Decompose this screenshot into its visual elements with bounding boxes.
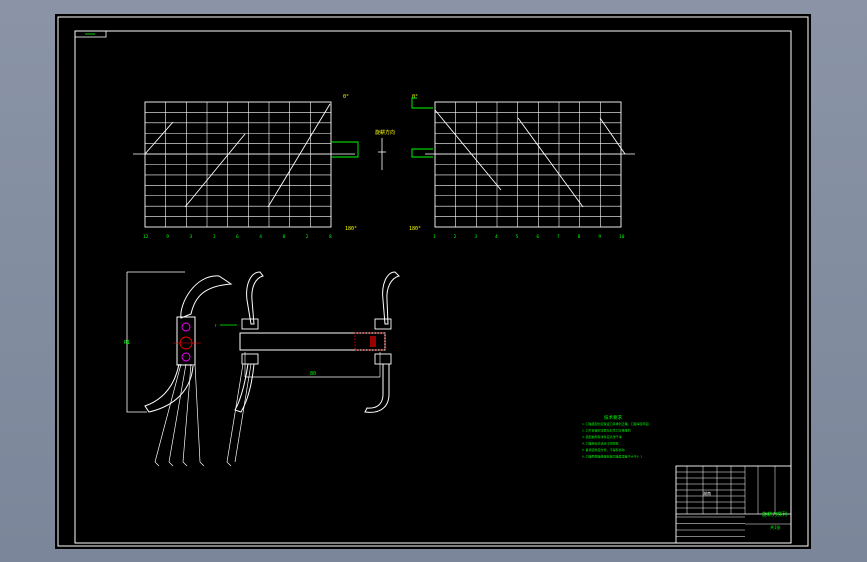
left-tick-label: 8 [329,234,332,240]
left-tick-label: 2 [306,234,309,240]
left-leader-mark: ↑ [214,323,217,329]
right-phase-chart: 0° 180° 1 2 3 4 5 6 7 8 9 10 [409,94,635,240]
left-tick-label: 9 [166,234,169,240]
blade-upper-curve [180,275,233,319]
vertical-dimension: R1 [124,340,130,346]
right-blade-upper [382,271,400,325]
tech-note-line: 1.刀轴装配时应保证刀具排列正确，刀座焊接牢固 [582,421,649,426]
bolt-hole-top [181,322,191,332]
drawing-name: 旋耕刀排列 [762,511,787,518]
shaft-front-view: 80 ↑ [214,271,400,463]
title-block: 旋耕刀排列 共1张 湖南 [675,465,792,544]
tech-note-line: 4.刀轴转动灵活无卡滞现象 [582,441,619,446]
blade-projection-lines [154,363,201,463]
right-tick-label: 10 [619,234,625,240]
title-block-frame [675,465,792,544]
right-tick-label: 9 [598,234,601,240]
right-bracket-bottom [411,148,433,158]
tech-note-line: 6.刀轴两端轴承座安装同轴度误差不大于0.1 [582,454,642,459]
left-top-label: 0° [343,94,349,100]
left-tick-label: 6 [236,234,239,240]
left-tick-label: 1 [213,234,216,240]
left-bracket [331,141,359,158]
left-tick-label: 4 [259,234,262,240]
bearing-mark [370,336,376,347]
right-top-label: 0° [412,94,418,100]
leader-marks [154,461,232,467]
right-blade-lower [364,364,390,413]
horizontal-dimension: 80 [310,371,316,377]
tech-notes-title: 技术要求 [604,414,622,421]
right-tick-label: 5 [516,234,519,240]
left-trace-3 [267,103,331,208]
left-blade-flange-bottom [241,353,259,365]
tech-note-line: 5.各紧固件应拧紧，不得有松动 [582,447,625,452]
right-trace-1 [434,109,502,191]
right-tick-label: 3 [474,234,477,240]
left-trace-1 [144,121,174,155]
left-tick-label: 3 [190,234,193,240]
left-tick-label: 12 [143,234,149,240]
left-phase-chart: 0° 180° 12 9 3 1 6 4 8 2 8 [133,94,359,240]
right-tick-label: 8 [578,234,581,240]
technical-notes: 技术要求 1.刀轴装配时应保证刀具排列正确，刀座焊接牢固 2.刀片安装时注意左右弯… [582,414,649,459]
sheet-label: 共1张 [770,524,780,530]
right-tick-label: 4 [495,234,498,240]
right-trace-2 [517,117,584,208]
shaft-body [239,332,386,351]
blade-side-view: R1 [124,271,233,467]
right-tick-label: 6 [536,234,539,240]
right-blade-flange-top [374,318,392,330]
drawing-canvas: 0° 180° 12 9 3 1 6 4 8 2 8 旋耕方向 0° 180° 12345678… [55,14,811,549]
bolt-hole-bottom [181,352,191,362]
outer-border [57,16,809,547]
tech-note-line: 2.刀片安装时注意左右弯刀交错排列 [582,428,631,433]
cad-drawing: 0° 180° 12 9 3 1 6 4 8 2 8 旋耕方向 0° 180° 12345678… [57,16,809,547]
right-side-label: 180° [409,226,421,232]
left-side-label: 180° [345,226,357,232]
tech-note-line: 3.装配前所有零件应清洗干净 [582,434,622,439]
left-tick-label: 8 [283,234,286,240]
left-blade-projection [226,363,252,463]
right-tick-label: 2 [454,234,457,240]
left-blade-upper [246,271,264,325]
right-blade-flange-bottom [374,353,392,365]
direction-label: 旋耕方向 [375,129,395,136]
right-tick-label: 7 [557,234,560,240]
right-tick-label: 1 [433,234,436,240]
company-label: 湖南 [703,490,711,496]
blade-mount-plate [176,316,196,366]
blade-lower-curve [144,363,194,413]
